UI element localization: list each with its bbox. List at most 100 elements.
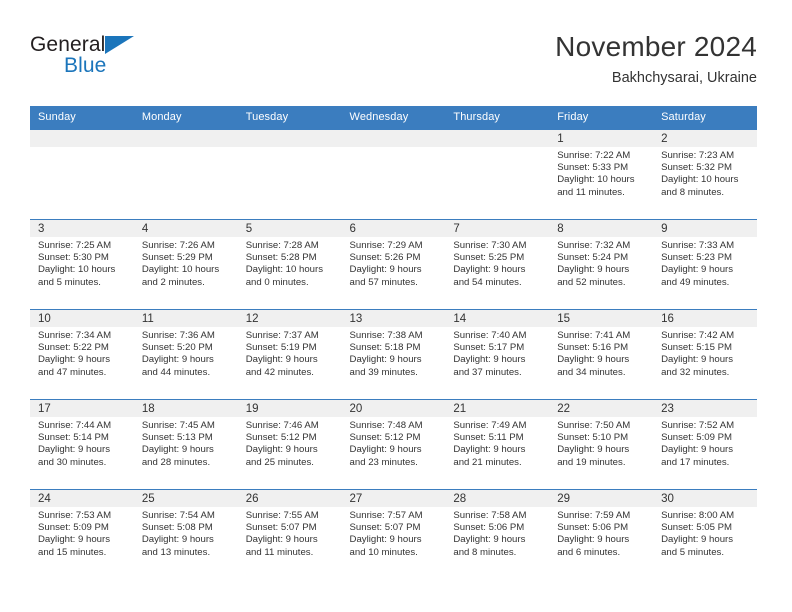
- daylight-text-line2: and 44 minutes.: [141, 366, 211, 378]
- calendar-day-cell[interactable]: 22 Sunrise: 7:50 AM Sunset: 5:10 PM Dayligh…: [549, 399, 654, 490]
- day-number: 10: [30, 310, 134, 327]
- calendar-day-cell[interactable]: 8 Sunrise: 7:32 AM Sunset: 5:24 PM Daylight…: [549, 219, 654, 310]
- day-number: 15: [549, 310, 654, 327]
- daylight-text-line2: and 5 minutes.: [38, 276, 101, 288]
- sunset-text: Sunset: 5:25 PM: [453, 252, 525, 264]
- daylight-text-line1: Daylight: 9 hours: [453, 534, 526, 546]
- calendar-day-cell[interactable]: 24 Sunrise: 7:53 AM Sunset: 5:09 PM Dayligh…: [30, 489, 134, 580]
- daylight-text-line1: Daylight: 9 hours: [245, 534, 318, 546]
- sunrise-text: Sunrise: 8:00 AM: [661, 510, 735, 521]
- day-number: 7: [445, 220, 550, 237]
- calendar-day-cell[interactable]: 28 Sunrise: 7:58 AM Sunset: 5:06 PM Dayligh…: [445, 489, 550, 580]
- calendar-day-cell[interactable]: 26 Sunrise: 7:55 AM Sunset: 5:07 PM Dayligh…: [237, 489, 342, 580]
- calendar-day-cell[interactable]: 15 Sunrise: 7:41 AM Sunset: 5:16 PM Dayligh…: [549, 309, 654, 400]
- calendar-day-cell[interactable]: 25 Sunrise: 7:54 AM Sunset: 5:08 PM Dayligh…: [133, 489, 238, 580]
- day-number: 25: [133, 490, 238, 507]
- calendar-day-cell[interactable]: 5 Sunrise: 7:28 AM Sunset: 5:28 PM Daylight…: [237, 219, 342, 310]
- calendar-day-cell[interactable]: 20 Sunrise: 7:48 AM Sunset: 5:12 PM Dayligh…: [341, 399, 446, 490]
- sunrise-text: Sunrise: 7:49 AM: [453, 420, 527, 431]
- calendar-day-cell[interactable]: 11 Sunrise: 7:36 AM Sunset: 5:20 PM Dayligh…: [133, 309, 238, 400]
- sunrise-text: Sunrise: 7:29 AM: [349, 240, 423, 251]
- page-title: November 2024: [555, 31, 757, 62]
- weekday-header-thursday: Thursday: [445, 106, 550, 130]
- calendar-day-cell[interactable]: 1 Sunrise: 7:22 AM Sunset: 5:33 PM Daylight…: [549, 129, 654, 220]
- general-blue-logo[interactable]: General Blue: [30, 34, 160, 90]
- sunrise-text: Sunrise: 7:22 AM: [557, 150, 631, 161]
- sunrise-text: Sunrise: 7:23 AM: [661, 150, 735, 161]
- daylight-text-line1: Daylight: 9 hours: [38, 444, 110, 456]
- sunrise-text: Sunrise: 7:58 AM: [453, 510, 527, 521]
- day-number: 30: [653, 490, 757, 507]
- day-details: Sunrise: 7:37 AM Sunset: 5:19 PM Daylight:…: [238, 327, 342, 379]
- weekday-header-saturday: Saturday: [653, 106, 757, 130]
- day-details: Sunrise: 7:34 AM Sunset: 5:22 PM Daylight:…: [30, 327, 134, 379]
- calendar-day-cell-empty: [30, 129, 134, 220]
- daylight-text-line2: and 37 minutes.: [453, 366, 522, 378]
- daylight-text-line2: and 19 minutes.: [557, 456, 626, 468]
- calendar-day-cell[interactable]: 3 Sunrise: 7:25 AM Sunset: 5:30 PM Daylight…: [30, 219, 134, 310]
- calendar-day-cell[interactable]: 29 Sunrise: 7:59 AM Sunset: 5:06 PM Dayligh…: [549, 489, 654, 580]
- calendar-day-cell[interactable]: 18 Sunrise: 7:45 AM Sunset: 5:13 PM Dayligh…: [133, 399, 238, 490]
- calendar-day-cell[interactable]: 10 Sunrise: 7:34 AM Sunset: 5:22 PM Dayligh…: [30, 309, 134, 400]
- day-number: [341, 130, 446, 147]
- sunrise-text: Sunrise: 7:42 AM: [661, 330, 735, 341]
- calendar-day-cell[interactable]: 2 Sunrise: 7:23 AM Sunset: 5:32 PM Daylight…: [653, 129, 757, 220]
- daylight-text-line2: and 42 minutes.: [245, 366, 314, 378]
- sunrise-text: Sunrise: 7:38 AM: [349, 330, 423, 341]
- day-number: 6: [341, 220, 446, 237]
- daylight-text-line2: and 57 minutes.: [349, 276, 418, 288]
- daylight-text-line2: and 28 minutes.: [141, 456, 211, 468]
- daylight-text-line2: and 54 minutes.: [453, 276, 522, 288]
- sunset-text: Sunset: 5:26 PM: [349, 252, 421, 264]
- sunrise-text: Sunrise: 7:36 AM: [141, 330, 215, 341]
- sunset-text: Sunset: 5:08 PM: [141, 522, 213, 534]
- sunrise-text: Sunrise: 7:57 AM: [349, 510, 423, 521]
- sunrise-text: Sunrise: 7:55 AM: [245, 510, 319, 521]
- weekday-header-tuesday: Tuesday: [237, 106, 342, 130]
- sunrise-text: Sunrise: 7:59 AM: [557, 510, 631, 521]
- calendar-day-cell[interactable]: 30 Sunrise: 8:00 AM Sunset: 5:05 PM Dayligh…: [653, 489, 757, 580]
- daylight-text-line1: Daylight: 9 hours: [141, 354, 214, 366]
- day-number: 4: [133, 220, 238, 237]
- calendar-page: General Blue November 2024 Bakhchysarai,…: [0, 0, 792, 612]
- sunrise-text: Sunrise: 7:40 AM: [453, 330, 527, 341]
- sunset-text: Sunset: 5:33 PM: [557, 162, 629, 174]
- day-details: Sunrise: 7:26 AM Sunset: 5:29 PM Daylight:…: [134, 237, 238, 289]
- day-details: Sunrise: 7:23 AM Sunset: 5:32 PM Daylight:…: [653, 147, 757, 199]
- title-block: November 2024 Bakhchysarai, Ukraine: [555, 30, 757, 88]
- calendar-day-cell[interactable]: 13 Sunrise: 7:38 AM Sunset: 5:18 PM Dayligh…: [341, 309, 446, 400]
- calendar-day-cell[interactable]: 21 Sunrise: 7:49 AM Sunset: 5:11 PM Dayligh…: [445, 399, 550, 490]
- calendar-day-cell[interactable]: 12 Sunrise: 7:37 AM Sunset: 5:19 PM Dayligh…: [237, 309, 342, 400]
- logo-triangle-icon: [105, 36, 134, 54]
- day-details: Sunrise: 7:53 AM Sunset: 5:09 PM Daylight:…: [30, 507, 134, 559]
- calendar-day-cell-empty: [237, 129, 342, 220]
- daylight-text-line2: and 6 minutes.: [557, 546, 621, 558]
- day-details: Sunrise: 7:33 AM Sunset: 5:23 PM Daylight:…: [653, 237, 757, 289]
- calendar-day-cell[interactable]: 19 Sunrise: 7:46 AM Sunset: 5:12 PM Dayligh…: [237, 399, 342, 490]
- sunset-text: Sunset: 5:22 PM: [38, 342, 109, 354]
- calendar-day-cell[interactable]: 16 Sunrise: 7:42 AM Sunset: 5:15 PM Dayligh…: [653, 309, 757, 400]
- calendar-week-row: 17 Sunrise: 7:44 AM Sunset: 5:14 PM Dayligh…: [30, 399, 757, 490]
- sunrise-text: Sunrise: 7:44 AM: [38, 420, 112, 431]
- daylight-text-line2: and 23 minutes.: [349, 456, 418, 468]
- calendar-day-cell[interactable]: 23 Sunrise: 7:52 AM Sunset: 5:09 PM Dayligh…: [653, 399, 757, 490]
- calendar-day-cell[interactable]: 27 Sunrise: 7:57 AM Sunset: 5:07 PM Dayligh…: [341, 489, 446, 580]
- calendar-day-cell[interactable]: 9 Sunrise: 7:33 AM Sunset: 5:23 PM Daylight…: [653, 219, 757, 310]
- sunset-text: Sunset: 5:07 PM: [349, 522, 421, 534]
- sunrise-text: Sunrise: 7:52 AM: [661, 420, 735, 431]
- logo-text-general: General: [30, 33, 106, 56]
- daylight-text-line2: and 13 minutes.: [141, 546, 211, 558]
- calendar-day-cell[interactable]: 6 Sunrise: 7:29 AM Sunset: 5:26 PM Daylight…: [341, 219, 446, 310]
- calendar-day-cell[interactable]: 7 Sunrise: 7:30 AM Sunset: 5:25 PM Daylight…: [445, 219, 550, 310]
- calendar-day-cell[interactable]: 4 Sunrise: 7:26 AM Sunset: 5:29 PM Daylight…: [133, 219, 238, 310]
- day-details: Sunrise: 7:49 AM Sunset: 5:11 PM Daylight:…: [445, 417, 549, 469]
- sunset-text: Sunset: 5:06 PM: [453, 522, 525, 534]
- calendar-day-cell[interactable]: 17 Sunrise: 7:44 AM Sunset: 5:14 PM Dayligh…: [30, 399, 134, 490]
- calendar-day-cell-empty: [445, 129, 550, 220]
- calendar-day-cell[interactable]: 14 Sunrise: 7:40 AM Sunset: 5:17 PM Dayligh…: [445, 309, 550, 400]
- daylight-text-line2: and 49 minutes.: [661, 276, 730, 288]
- day-number: 19: [237, 400, 342, 417]
- logo-text-blue: Blue: [64, 54, 107, 77]
- daylight-text-line2: and 8 minutes.: [661, 186, 724, 198]
- weekday-header-monday: Monday: [133, 106, 238, 130]
